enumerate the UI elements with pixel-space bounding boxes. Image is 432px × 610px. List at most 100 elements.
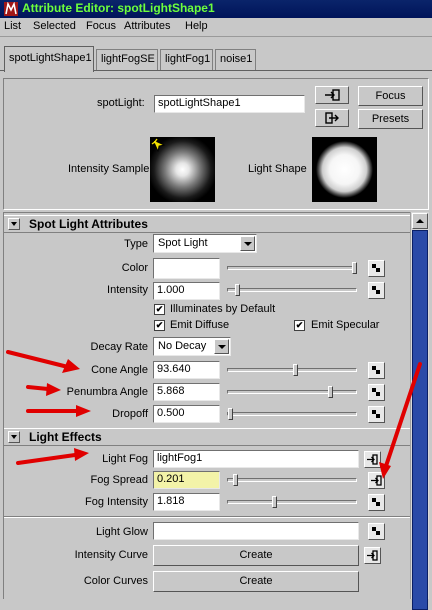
collapse-arrow-icon[interactable] xyxy=(8,431,20,443)
intensity-label: Intensity xyxy=(107,284,148,296)
light-glow-label: Light Glow xyxy=(96,526,148,538)
dropoff-label: Dropoff xyxy=(112,408,148,420)
checker-map-icon xyxy=(372,264,381,273)
cone-angle-slider[interactable] xyxy=(227,364,357,376)
fog-spread-connection-button[interactable] xyxy=(368,472,385,489)
penumbra-angle-map-button[interactable] xyxy=(368,384,385,401)
focus-button[interactable]: Focus xyxy=(358,86,423,106)
emit-specular-checkbox[interactable]: ✔ xyxy=(294,320,305,331)
chevron-down-icon xyxy=(240,236,255,251)
tab-spotlightshape1[interactable]: spotLightShape1 xyxy=(4,46,94,72)
spot-light-attributes-header[interactable]: Spot Light Attributes xyxy=(4,215,410,233)
attribute-scroll-area: Spot Light Attributes Type Spot Light Co… xyxy=(3,212,410,599)
fog-spread-field[interactable]: 0.201 xyxy=(153,471,220,489)
intensity-curve-connection-button[interactable] xyxy=(364,547,381,564)
collapse-arrow-icon[interactable] xyxy=(8,218,20,230)
checker-map-icon xyxy=(372,410,381,419)
section-title: Light Effects xyxy=(29,430,102,444)
color-map-button[interactable] xyxy=(368,260,385,277)
node-name-field[interactable]: spotLightShape1 xyxy=(154,95,305,113)
dropoff-slider[interactable] xyxy=(227,408,357,420)
slider-thumb[interactable] xyxy=(292,364,298,376)
slider-track xyxy=(227,478,357,482)
light-glow-map-button[interactable] xyxy=(368,523,385,540)
section-title: Spot Light Attributes xyxy=(29,217,148,231)
tab-lightfog1[interactable]: lightFog1 xyxy=(160,49,213,70)
slider-thumb[interactable] xyxy=(235,284,241,296)
slider-thumb[interactable] xyxy=(232,474,238,486)
fog-intensity-slider[interactable] xyxy=(227,496,357,508)
checker-map-icon xyxy=(372,286,381,295)
slider-thumb[interactable] xyxy=(352,262,358,274)
fog-intensity-map-button[interactable] xyxy=(368,494,385,511)
penumbra-angle-field[interactable]: 5.868 xyxy=(153,383,220,401)
menu-selected[interactable]: Selected xyxy=(33,20,76,32)
fog-spread-slider[interactable] xyxy=(227,474,357,486)
illuminates-by-default-checkbox[interactable]: ✔ xyxy=(154,304,165,315)
slider-track xyxy=(227,266,357,270)
output-arrow-icon xyxy=(325,112,339,124)
intensity-sample-swatch xyxy=(150,137,215,202)
node-type-label: spotLight: xyxy=(97,97,145,109)
light-fog-connection-button[interactable] xyxy=(364,451,381,468)
slider-thumb[interactable] xyxy=(271,496,277,508)
emit-diffuse-checkbox[interactable]: ✔ xyxy=(154,320,165,331)
light-cursor-icon xyxy=(151,138,166,153)
intensity-sample-label: Intensity Sample xyxy=(68,163,150,175)
menubar: List Selected Focus Attributes Help xyxy=(0,18,432,37)
tab-noise1[interactable]: noise1 xyxy=(215,49,256,70)
input-arrow-icon xyxy=(325,89,340,101)
light-fog-field[interactable]: lightFog1 xyxy=(153,450,359,468)
penumbra-angle-label: Penumbra Angle xyxy=(66,386,148,398)
cone-angle-map-button[interactable] xyxy=(368,362,385,379)
menu-list[interactable]: List xyxy=(4,20,21,32)
window-title: Attribute Editor: spotLightShape1 xyxy=(22,1,215,15)
slider-track xyxy=(227,390,357,394)
fog-intensity-label: Fog Intensity xyxy=(85,496,148,508)
color-curves-create-button[interactable]: Create xyxy=(153,571,359,592)
type-dropdown[interactable]: Spot Light xyxy=(153,234,257,253)
checker-map-icon xyxy=(372,388,381,397)
cone-angle-label: Cone Angle xyxy=(91,364,148,376)
cone-angle-field[interactable]: 93.640 xyxy=(153,361,220,379)
menu-focus[interactable]: Focus xyxy=(86,20,116,32)
vertical-scrollbar[interactable] xyxy=(410,212,429,610)
input-arrow-icon xyxy=(371,475,382,486)
tab-lightfogse[interactable]: lightFogSE xyxy=(96,49,158,70)
slider-track xyxy=(227,288,357,292)
fog-spread-label: Fog Spread xyxy=(90,474,148,486)
intensity-curve-create-button[interactable]: Create xyxy=(153,545,359,566)
menu-help[interactable]: Help xyxy=(185,20,208,32)
tab-bar: spotLightShape1 lightFogSE lightFog1 noi… xyxy=(0,42,432,72)
penumbra-angle-slider[interactable] xyxy=(227,386,357,398)
color-swatch[interactable] xyxy=(153,258,220,279)
light-effects-header[interactable]: Light Effects xyxy=(4,428,410,446)
dropoff-field[interactable]: 0.500 xyxy=(153,405,220,423)
output-connection-button[interactable] xyxy=(315,109,349,127)
intensity-slider[interactable] xyxy=(227,284,357,296)
intensity-map-button[interactable] xyxy=(368,282,385,299)
checker-map-icon xyxy=(372,527,381,536)
slider-thumb[interactable] xyxy=(227,408,233,420)
scroll-up-arrow-icon[interactable] xyxy=(412,213,428,229)
decay-rate-value: No Decay xyxy=(158,340,207,352)
slider-track xyxy=(227,412,357,416)
light-fog-label: Light Fog xyxy=(102,453,148,465)
title-bar: Attribute Editor: spotLightShape1 xyxy=(0,0,432,18)
scrollbar-thumb[interactable] xyxy=(412,230,428,610)
decay-rate-dropdown[interactable]: No Decay xyxy=(153,337,231,356)
menu-attributes[interactable]: Attributes xyxy=(124,20,170,32)
presets-button[interactable]: Presets xyxy=(358,109,423,129)
light-glow-field[interactable] xyxy=(153,522,359,540)
maya-app-icon xyxy=(4,2,18,16)
slider-thumb[interactable] xyxy=(327,386,333,398)
checker-map-icon xyxy=(372,366,381,375)
dropoff-map-button[interactable] xyxy=(368,406,385,423)
input-connection-button[interactable] xyxy=(315,86,349,104)
intensity-field[interactable]: 1.000 xyxy=(153,282,220,300)
slider-track xyxy=(227,500,357,504)
color-label: Color xyxy=(121,262,148,274)
fog-intensity-field[interactable]: 1.818 xyxy=(153,493,220,511)
color-slider[interactable] xyxy=(227,262,358,274)
input-arrow-icon xyxy=(367,550,378,561)
